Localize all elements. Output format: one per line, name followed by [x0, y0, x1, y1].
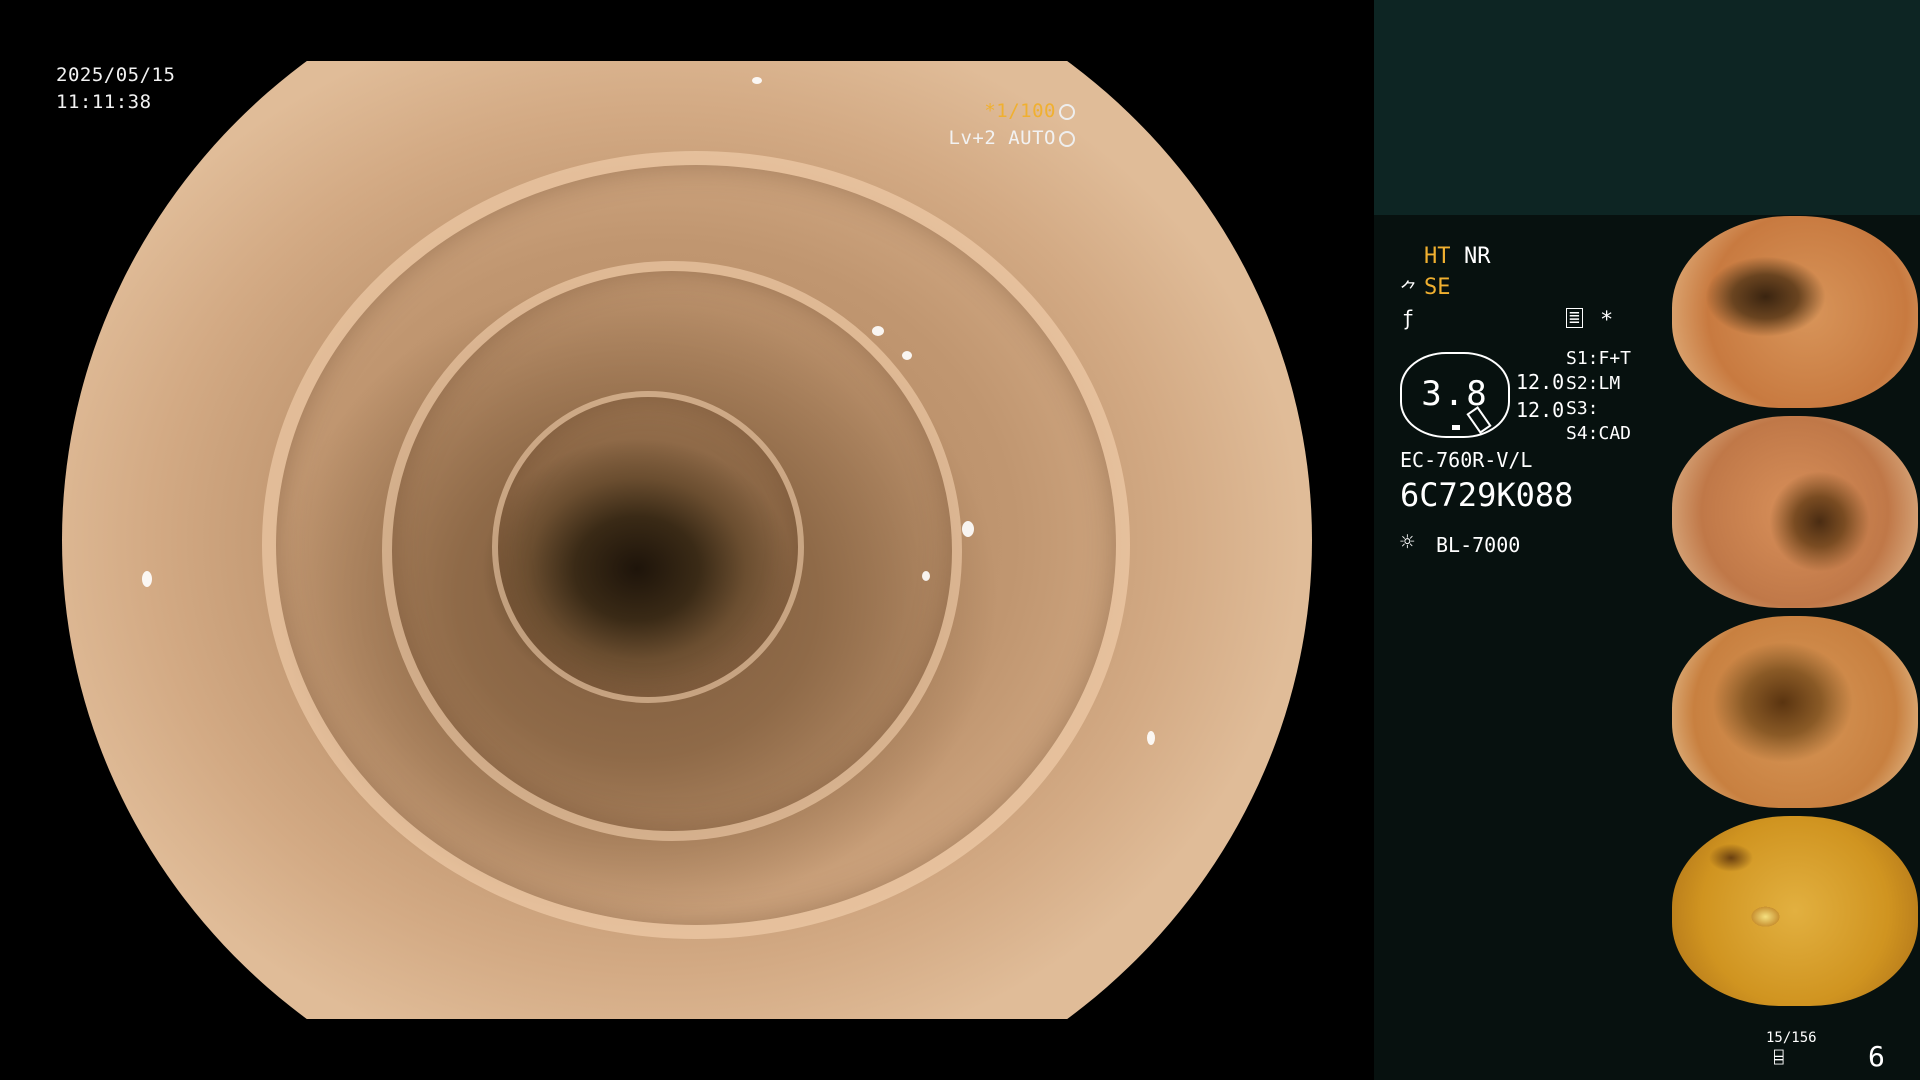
- aperture-icon: [1059, 103, 1075, 120]
- capture-thumbnail[interactable]: [1672, 416, 1918, 608]
- light-source-label: BL-7000: [1436, 533, 1521, 557]
- filter-icon: ƒ: [1402, 306, 1415, 330]
- light-reflection: [902, 351, 912, 360]
- date-time-display: 2025/05/15 11:11:38: [56, 62, 175, 116]
- storage-icon: ⌸: [1774, 1048, 1784, 1067]
- light-reflection: [142, 571, 152, 587]
- capture-thumbnail[interactable]: [1672, 616, 1918, 808]
- gauge-value: 3.8: [1421, 374, 1489, 414]
- mode-star: *: [1600, 308, 1614, 333]
- shutter-speed-text: *1/100: [984, 100, 1056, 122]
- nr-label: NR: [1464, 244, 1491, 269]
- panel-header-area: [1374, 0, 1920, 215]
- menu-icon: ≣: [1566, 308, 1583, 328]
- s2-label: S2:LM: [1566, 373, 1621, 394]
- light-reflection: [922, 571, 930, 581]
- structure-enhance-icon: ⺈: [1400, 280, 1418, 301]
- s1-label: S1:F+T: [1566, 348, 1632, 369]
- gauge-value-bottom: 12.0: [1516, 398, 1565, 422]
- page-number: 6: [1868, 1040, 1885, 1073]
- scope-model: EC-760R-V/L: [1400, 448, 1533, 472]
- light-reflection: [752, 77, 762, 84]
- ht-label: HT: [1424, 244, 1451, 269]
- s3-label: S3:: [1566, 398, 1599, 419]
- time-text: 11:11:38: [56, 91, 152, 113]
- capture-thumbnail[interactable]: [1672, 816, 1918, 1006]
- gauge-value-top: 12.0: [1516, 370, 1565, 394]
- mucosal-fold: [492, 391, 804, 703]
- light-source-icon: ☼: [1400, 528, 1415, 556]
- light-reflection: [962, 521, 974, 537]
- scope-serial: 6C729K088: [1400, 476, 1574, 514]
- capture-thumbnail[interactable]: [1672, 216, 1918, 408]
- light-reflection: [1147, 731, 1155, 745]
- s4-label: S4:CAD: [1566, 423, 1632, 444]
- zoom-gauge: 3.8: [1400, 352, 1510, 438]
- date-text: 2025/05/15: [56, 64, 176, 86]
- endoscope-main-view: [62, 61, 1312, 1019]
- exposure-display: *1/100 Lv+2 AUTO: [949, 98, 1075, 152]
- auto-iris-icon: [1059, 130, 1075, 147]
- image-counter: 15/156: [1766, 1030, 1817, 1046]
- se-label: SE: [1424, 275, 1451, 300]
- gauge-marker: [1452, 425, 1460, 430]
- light-reflection: [872, 326, 884, 336]
- level-text: Lv+2 AUTO: [948, 127, 1056, 149]
